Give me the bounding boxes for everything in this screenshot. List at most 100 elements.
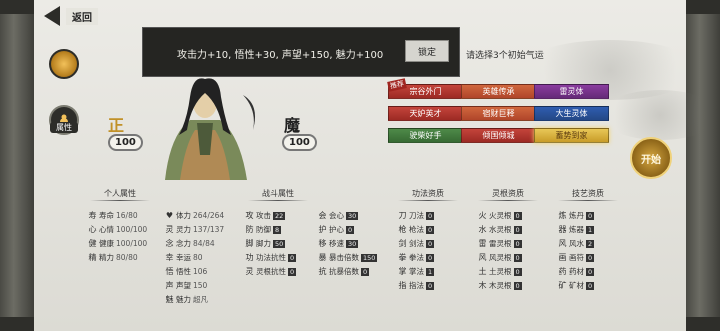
stat-name: 药材 — [569, 267, 584, 276]
fortune-tooltip: 攻击力+10, 悟性+30, 声望+150, 魅力+100 锁定 — [142, 27, 460, 77]
stat-name: 剑法 — [409, 239, 424, 248]
fortune-option[interactable]: 驶柴好手 — [388, 128, 463, 143]
fortune-option[interactable]: 雷灵体 — [534, 84, 609, 99]
stat-row: 心心情 100/100 — [88, 224, 148, 235]
section-arts: 技艺资质 — [558, 188, 618, 201]
stat-row: 魅魅力 超凡 — [165, 294, 209, 305]
stat-icon: 健 — [88, 239, 97, 248]
start-button[interactable]: 开始 — [630, 137, 672, 179]
demonic-value-badge: 100 — [282, 134, 317, 151]
stat-row: 矿矿材 0 — [558, 280, 595, 291]
stat-value: 0 — [586, 253, 595, 262]
fortune-option[interactable]: 英雄传承 — [461, 84, 536, 99]
stat-value: 0 — [513, 211, 522, 220]
fortune-option[interactable]: 倾国倾城 — [461, 128, 536, 143]
stat-value: 0 — [426, 211, 435, 220]
stat-name: 攻击 — [256, 211, 271, 220]
game-stage: { "back": {"label": "返回"}, "portrait": {… — [0, 0, 720, 331]
stat-row: 悟悟性 106 — [165, 266, 208, 277]
righteous-value-badge: 100 — [108, 134, 143, 151]
stat-row: 土土灵根 0 — [478, 266, 522, 277]
stat-row: 画画符 0 — [558, 252, 595, 263]
stat-value: 0 — [586, 211, 595, 220]
avatar-icon[interactable] — [49, 49, 79, 79]
stat-value: 80/80 — [116, 253, 138, 262]
stat-row: 寿寿命 16/80 — [88, 210, 138, 221]
stat-name: 功法抗性 — [256, 253, 286, 262]
stat-row: 剑剑法 0 — [398, 238, 435, 249]
fortune-option[interactable]: 宿财巨释 — [461, 106, 536, 121]
stat-value: 150 — [193, 281, 208, 290]
stat-value: 30 — [346, 239, 359, 248]
stat-icon: 掌 — [398, 267, 407, 276]
stat-name: 抗暴倍数 — [329, 267, 359, 276]
stat-row: 声声望 150 — [165, 280, 208, 291]
stat-name: 魅力 — [176, 295, 191, 304]
stat-value: 0 — [513, 239, 522, 248]
stat-name: 防御 — [256, 225, 271, 234]
stat-name: 风水 — [569, 239, 584, 248]
righteous-alignment-label: 正 — [108, 116, 125, 135]
stat-row: 抗抗暴倍数 0 — [318, 266, 370, 277]
stat-value: 84/84 — [193, 239, 215, 248]
stat-name: 体力 — [176, 211, 191, 220]
stat-value: 106 — [193, 267, 208, 276]
stat-value: 30 — [346, 211, 359, 220]
lock-button[interactable]: 锁定 — [405, 40, 449, 62]
mist-decoration — [600, 90, 720, 140]
stat-icon: 灵 — [165, 225, 174, 234]
stat-icon: 心 — [88, 225, 97, 234]
stat-icon: 抗 — [318, 267, 327, 276]
section-combat: 战斗属性 — [248, 188, 308, 201]
stat-row: 灵灵力 137/137 — [165, 224, 225, 235]
stat-value: 0 — [288, 253, 297, 262]
stat-row: 木木灵根 0 — [478, 280, 522, 291]
stat-name: 灵力 — [176, 225, 191, 234]
stat-name: 木灵根 — [489, 281, 512, 290]
stat-icon: 念 — [165, 239, 174, 248]
stat-icon: 风 — [478, 253, 487, 262]
tooltip-text: 攻击力+10, 悟性+30, 声望+150, 魅力+100 — [177, 50, 384, 61]
stat-row: 健健康 100/100 — [88, 238, 148, 249]
stat-row: 指指法 0 — [398, 280, 435, 291]
fortune-option[interactable]: 天妒英才 — [388, 106, 463, 121]
stat-name: 枪法 — [409, 225, 424, 234]
stat-row: 护护心 0 — [318, 224, 355, 235]
stat-name: 会心 — [329, 211, 344, 220]
stat-icon: 剑 — [398, 239, 407, 248]
stat-value: 22 — [273, 211, 286, 220]
stat-icon: 土 — [478, 267, 487, 276]
stat-row: 药药材 0 — [558, 266, 595, 277]
stat-row: 攻攻击 22 — [245, 210, 286, 221]
stat-icon: 护 — [318, 225, 327, 234]
section-skills: 功法资质 — [398, 188, 458, 201]
stat-icon: 画 — [558, 253, 567, 262]
fortune-option[interactable]: 大生灵体 — [534, 106, 609, 121]
stat-icon: 移 — [318, 239, 327, 248]
back-label: 返回 — [66, 7, 98, 25]
stat-name: 水灵根 — [489, 225, 512, 234]
stat-row: ♥ 体力 264/264 — [165, 210, 224, 221]
attribute-label: 属性 — [50, 122, 78, 133]
stat-value: 0 — [288, 267, 297, 276]
stat-value: 137/137 — [193, 225, 225, 234]
fortune-option[interactable]: 蓄势到家 — [534, 128, 609, 143]
stat-name: 寿命 — [99, 211, 114, 220]
stat-name: 刀法 — [409, 211, 424, 220]
stat-value: 264/264 — [193, 211, 225, 220]
stat-icon: 拳 — [398, 253, 407, 262]
stat-name: 念力 — [176, 239, 191, 248]
back-button[interactable]: 返回 — [44, 6, 98, 26]
stat-value: 100/100 — [116, 225, 148, 234]
stat-value: 0 — [513, 281, 522, 290]
stat-value: 16/80 — [116, 211, 138, 220]
stat-value: 1 — [426, 267, 435, 276]
stat-row: 幸幸运 80 — [165, 252, 203, 263]
stat-value: 0 — [513, 267, 522, 276]
stat-icon: 脚 — [245, 239, 254, 248]
stat-name: 拳法 — [409, 253, 424, 262]
stat-name: 土灵根 — [489, 267, 512, 276]
stat-icon: 幸 — [165, 253, 174, 262]
stat-name: 矿材 — [569, 281, 584, 290]
stat-value: 150 — [361, 253, 378, 262]
